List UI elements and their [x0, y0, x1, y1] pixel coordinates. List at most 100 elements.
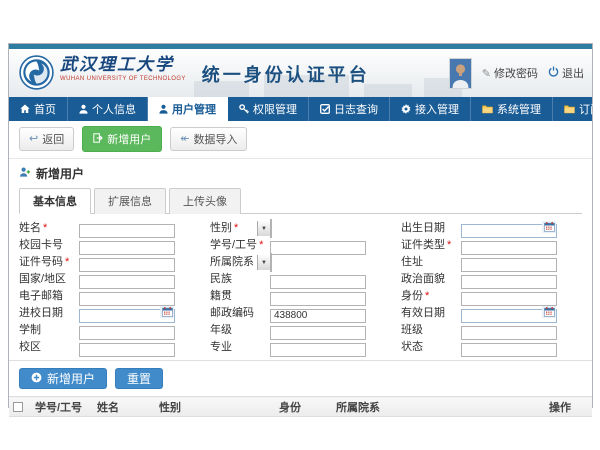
identity-input[interactable]	[461, 292, 557, 306]
field-label: 姓名*	[19, 219, 79, 235]
form-field-identity: 身份*	[401, 288, 582, 302]
required-asterisk: *	[425, 290, 429, 302]
user-list-table: 学号/工号姓名性别身份所属院系操作	[9, 396, 592, 417]
form-field-id-number: 证件号码*	[19, 254, 200, 268]
home-icon	[20, 104, 30, 114]
student-staff-no-input[interactable]	[270, 241, 366, 255]
user-icon	[159, 104, 168, 114]
change-password-label: 修改密码	[494, 65, 538, 81]
id-number-input[interactable]	[79, 258, 175, 272]
nav-item-home[interactable]: 首页	[9, 97, 68, 121]
pencil-icon: ✎	[482, 67, 491, 80]
form-field-native-place: 籍贯	[210, 288, 391, 302]
back-button[interactable]: ↩ 返回	[19, 127, 74, 151]
user-avatar[interactable]	[449, 58, 472, 89]
address-input[interactable]	[461, 258, 557, 272]
table-header-cell: 姓名	[93, 397, 155, 417]
tab-upload-avatar[interactable]: 上传头像	[169, 188, 241, 214]
chevron-down-icon[interactable]: ▼	[257, 255, 270, 270]
nav-item-label: 订阅管理	[579, 101, 600, 117]
grade-input[interactable]	[270, 326, 366, 340]
data-import-button[interactable]: ↞ 数据导入	[170, 127, 247, 151]
import-arrow-icon: ↞	[180, 134, 189, 144]
chevron-down-icon[interactable]: ▼	[257, 221, 270, 236]
form-field-status: 状态	[401, 339, 582, 353]
field-label: 校区	[19, 338, 79, 354]
campus-input[interactable]	[79, 343, 175, 357]
tab-extended-info[interactable]: 扩展信息	[94, 188, 166, 214]
schooling-length-input[interactable]	[79, 326, 175, 340]
nav-item-permission-management[interactable]: 权限管理	[228, 97, 309, 121]
gender-select[interactable]: ▼	[270, 219, 272, 238]
reset-button[interactable]: 重置	[115, 368, 163, 389]
field-label: 民族	[210, 270, 270, 286]
class-input[interactable]	[461, 326, 557, 340]
form-field-id-type: 证件类型*	[401, 237, 582, 251]
country-region-input[interactable]	[79, 275, 175, 289]
nav-item-label: 系统管理	[497, 101, 541, 117]
toolbar-add-user-button[interactable]: 新增用户	[82, 126, 162, 152]
submit-add-user-button[interactable]: 新增用户	[19, 368, 107, 389]
nav-item-profile[interactable]: 个人信息	[68, 97, 148, 121]
nav-item-label: 权限管理	[253, 101, 297, 117]
form-field-ethnicity: 民族	[210, 271, 391, 285]
calendar-icon[interactable]	[160, 306, 174, 318]
ethnicity-input[interactable]	[270, 275, 366, 289]
field-label: 学号/工号*	[210, 236, 270, 252]
tab-label: 基本信息	[33, 196, 77, 208]
tab-basic-info[interactable]: 基本信息	[19, 188, 91, 214]
nav-item-label: 日志查询	[334, 101, 378, 117]
nav-item-subscription-management[interactable]: 订阅管理	[553, 97, 600, 121]
calendar-icon[interactable]	[542, 221, 556, 233]
main-nav: 首页个人信息用户管理权限管理日志查询接入管理系统管理订阅管理	[9, 97, 592, 121]
field-label: 身份*	[401, 287, 461, 303]
political-status-input[interactable]	[461, 275, 557, 289]
toolbar-add-user-label: 新增用户	[107, 131, 151, 147]
name-input[interactable]	[79, 224, 175, 238]
nav-item-user-management[interactable]: 用户管理	[148, 97, 228, 121]
building-silhouette	[364, 84, 412, 97]
field-label: 学制	[19, 321, 79, 337]
form-field-address: 住址	[401, 254, 582, 268]
form-field-birth-date: 出生日期	[401, 220, 582, 234]
table-header-checkbox-cell	[9, 397, 31, 417]
form-field-campus: 校区	[19, 339, 200, 353]
nav-item-system-management[interactable]: 系统管理	[471, 97, 553, 121]
nav-item-access-management[interactable]: 接入管理	[390, 97, 471, 121]
postal-code-input[interactable]	[270, 309, 366, 323]
back-button-label: 返回	[42, 131, 64, 147]
form-field-email: 电子邮箱	[19, 288, 200, 302]
tab-label: 上传头像	[183, 196, 227, 208]
field-label: 有效日期	[401, 304, 461, 320]
change-password-link[interactable]: ✎ 修改密码	[482, 65, 538, 81]
form-field-student-staff-no: 学号/工号*	[210, 237, 391, 251]
major-input[interactable]	[270, 343, 366, 357]
form-field-political-status: 政治面貌	[401, 271, 582, 285]
select-all-checkbox[interactable]	[13, 402, 23, 412]
logout-link[interactable]: 退出	[548, 65, 584, 81]
department-select[interactable]: ▼	[270, 253, 272, 272]
table-header-cell: 学号/工号	[31, 397, 93, 417]
field-label: 住址	[401, 253, 461, 269]
field-label: 班级	[401, 321, 461, 337]
power-icon	[548, 66, 559, 80]
nav-item-log-query[interactable]: 日志查询	[309, 97, 390, 121]
gear-icon	[401, 104, 411, 114]
tab-label: 扩展信息	[108, 196, 152, 208]
id-type-input[interactable]	[461, 241, 557, 255]
form-field-department: 所属院系▼	[210, 254, 391, 268]
toolbar: ↩ 返回 新增用户 ↞ 数据导入	[9, 121, 592, 159]
campus-card-no-input[interactable]	[79, 241, 175, 255]
form-field-gender: 性别*▼	[210, 220, 391, 234]
add-person-icon	[19, 166, 31, 181]
header: 武汉理工大学 WUHAN UNIVERSITY OF TECHNOLOGY 统一…	[9, 49, 592, 97]
field-label: 进校日期	[19, 304, 79, 320]
form-field-major: 专业	[210, 339, 391, 353]
email-input[interactable]	[79, 292, 175, 306]
required-asterisk: *	[234, 222, 238, 234]
native-place-input[interactable]	[270, 292, 366, 306]
app-window: 武汉理工大学 WUHAN UNIVERSITY OF TECHNOLOGY 统一…	[8, 43, 593, 408]
calendar-icon[interactable]	[542, 306, 556, 318]
status-input[interactable]	[461, 343, 557, 357]
university-logo	[19, 55, 54, 95]
